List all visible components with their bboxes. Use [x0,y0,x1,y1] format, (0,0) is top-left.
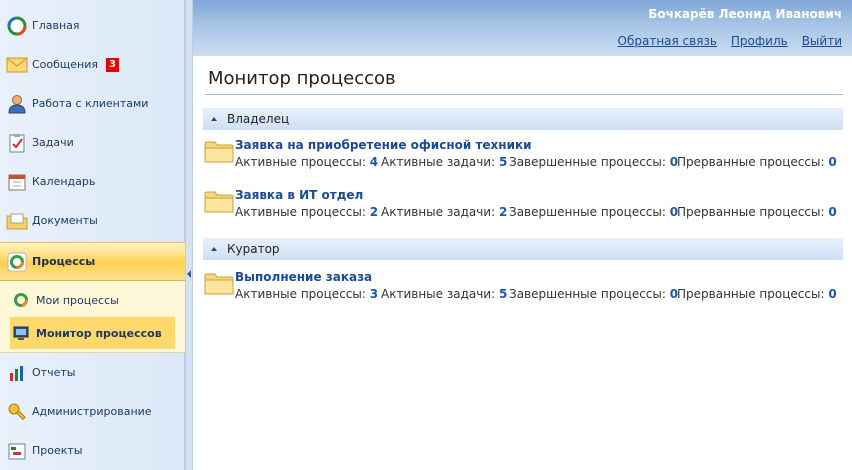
process-title-link[interactable]: Выполнение заказа [235,270,372,284]
sidebar-item-projects[interactable]: Проекты [0,431,185,470]
stat-label: Активные процессы: [235,155,366,169]
calendar-icon [6,171,28,193]
stat-label: Завершенные процессы: [509,155,666,169]
active-processes-count[interactable]: 4 [370,155,378,169]
sidebar-item-home[interactable]: Главная [0,6,185,45]
sidebar-item-clients[interactable]: Работа с клиентами [0,84,185,123]
group-header-owner[interactable]: Владелец [203,108,843,130]
process-title-link[interactable]: Заявка на приобретение офисной техники [235,138,532,152]
home-icon [6,15,28,37]
active-processes-count[interactable]: 2 [370,205,378,219]
sidebar-item-label: Проекты [32,444,83,457]
submenu-item-label: Монитор процессов [36,326,162,340]
my-processes-icon [12,291,30,309]
reports-icon [6,362,28,384]
submenu-item-process-monitor[interactable]: Монитор процессов [10,317,175,349]
stat-label: Активные задачи: [381,155,496,169]
folder-icon [204,141,234,163]
submenu-item-my-processes[interactable]: Мои процессы [10,284,175,316]
top-header: Бочкарёв Леонид Иванович Обратная связь … [193,0,852,56]
stat-label: Завершенные процессы: [509,287,666,301]
tasks-icon [6,132,28,154]
submenu-item-label: Мои процессы [36,293,119,307]
projects-icon [6,440,28,462]
sidebar-item-label: Главная [32,19,80,32]
group-label: Владелец [227,112,290,126]
processes-submenu: Мои процессы Монитор процессов [0,281,185,353]
sidebar-item-documents[interactable]: Документы [0,201,185,240]
admin-key-icon [6,401,28,423]
process-title-link[interactable]: Заявка в ИТ отдел [235,188,363,202]
collapse-arrow-icon [187,270,191,278]
process-row: Заявка в ИТ отдел Активные процессы: 2 А… [204,188,844,228]
stat-label: Прерванные процессы: [677,155,825,169]
page-title: Монитор процессов [208,68,396,89]
process-row: Выполнение заказа Активные процессы: 3 А… [204,270,844,310]
active-tasks-count[interactable]: 5 [499,287,507,301]
sidebar-item-label: Администрирование [32,405,152,418]
folder-icon [204,273,234,295]
logout-link[interactable]: Выйти [802,34,842,48]
header-links: Обратная связь Профиль Выйти [618,34,842,48]
sidebar-item-processes[interactable]: Процессы [0,242,185,281]
interrupted-processes-count[interactable]: 0 [828,155,836,169]
group-label: Куратор [227,242,280,256]
sidebar-item-reports[interactable]: Отчеты [0,353,185,392]
documents-icon [6,210,28,232]
active-processes-count[interactable]: 3 [370,287,378,301]
title-divider [205,94,843,95]
envelope-icon [6,54,28,76]
user-icon [6,93,28,115]
stat-label: Прерванные процессы: [677,205,825,219]
sidebar-item-administration[interactable]: Администрирование [0,392,185,431]
folder-icon [204,191,234,213]
group-header-curator[interactable]: Куратор [203,238,843,260]
sidebar-item-label: Работа с клиентами [32,97,149,110]
monitor-icon [12,324,30,342]
stat-label: Активные задачи: [381,287,496,301]
sidebar-item-label: Отчеты [32,366,76,379]
sidebar-item-tasks[interactable]: Задачи [0,123,185,162]
interrupted-processes-count[interactable]: 0 [828,205,836,219]
sidebar-item-label: Документы [32,214,98,227]
processes-icon [6,251,28,273]
sidebar-item-label: Процессы [32,255,96,268]
collapse-triangle-icon [211,117,217,121]
collapse-triangle-icon [211,247,217,251]
sidebar-item-messages[interactable]: Сообщения 3 [0,45,185,84]
sidebar-item-label: Задачи [32,136,74,149]
main-content: Монитор процессов Владелец Заявка на при… [193,56,852,470]
process-row: Заявка на приобретение офисной техники А… [204,138,844,178]
interrupted-processes-count[interactable]: 0 [828,287,836,301]
profile-link[interactable]: Профиль [731,34,788,48]
feedback-link[interactable]: Обратная связь [618,34,717,48]
sidebar-item-label: Календарь [32,175,96,188]
user-name: Бочкарёв Леонид Иванович [648,7,842,21]
stat-label: Активные процессы: [235,287,366,301]
sidebar-collapse-handle[interactable] [185,0,193,470]
stat-label: Прерванные процессы: [677,287,825,301]
active-tasks-count[interactable]: 5 [499,155,507,169]
sidebar: Главная Сообщения 3 Работа с клиентами З… [0,0,185,470]
stat-label: Завершенные процессы: [509,205,666,219]
active-tasks-count[interactable]: 2 [499,205,507,219]
stat-label: Активные задачи: [381,205,496,219]
sidebar-item-calendar[interactable]: Календарь [0,162,185,201]
unread-count-badge: 3 [106,57,119,72]
stat-label: Активные процессы: [235,205,366,219]
sidebar-item-label: Сообщения [32,58,99,71]
